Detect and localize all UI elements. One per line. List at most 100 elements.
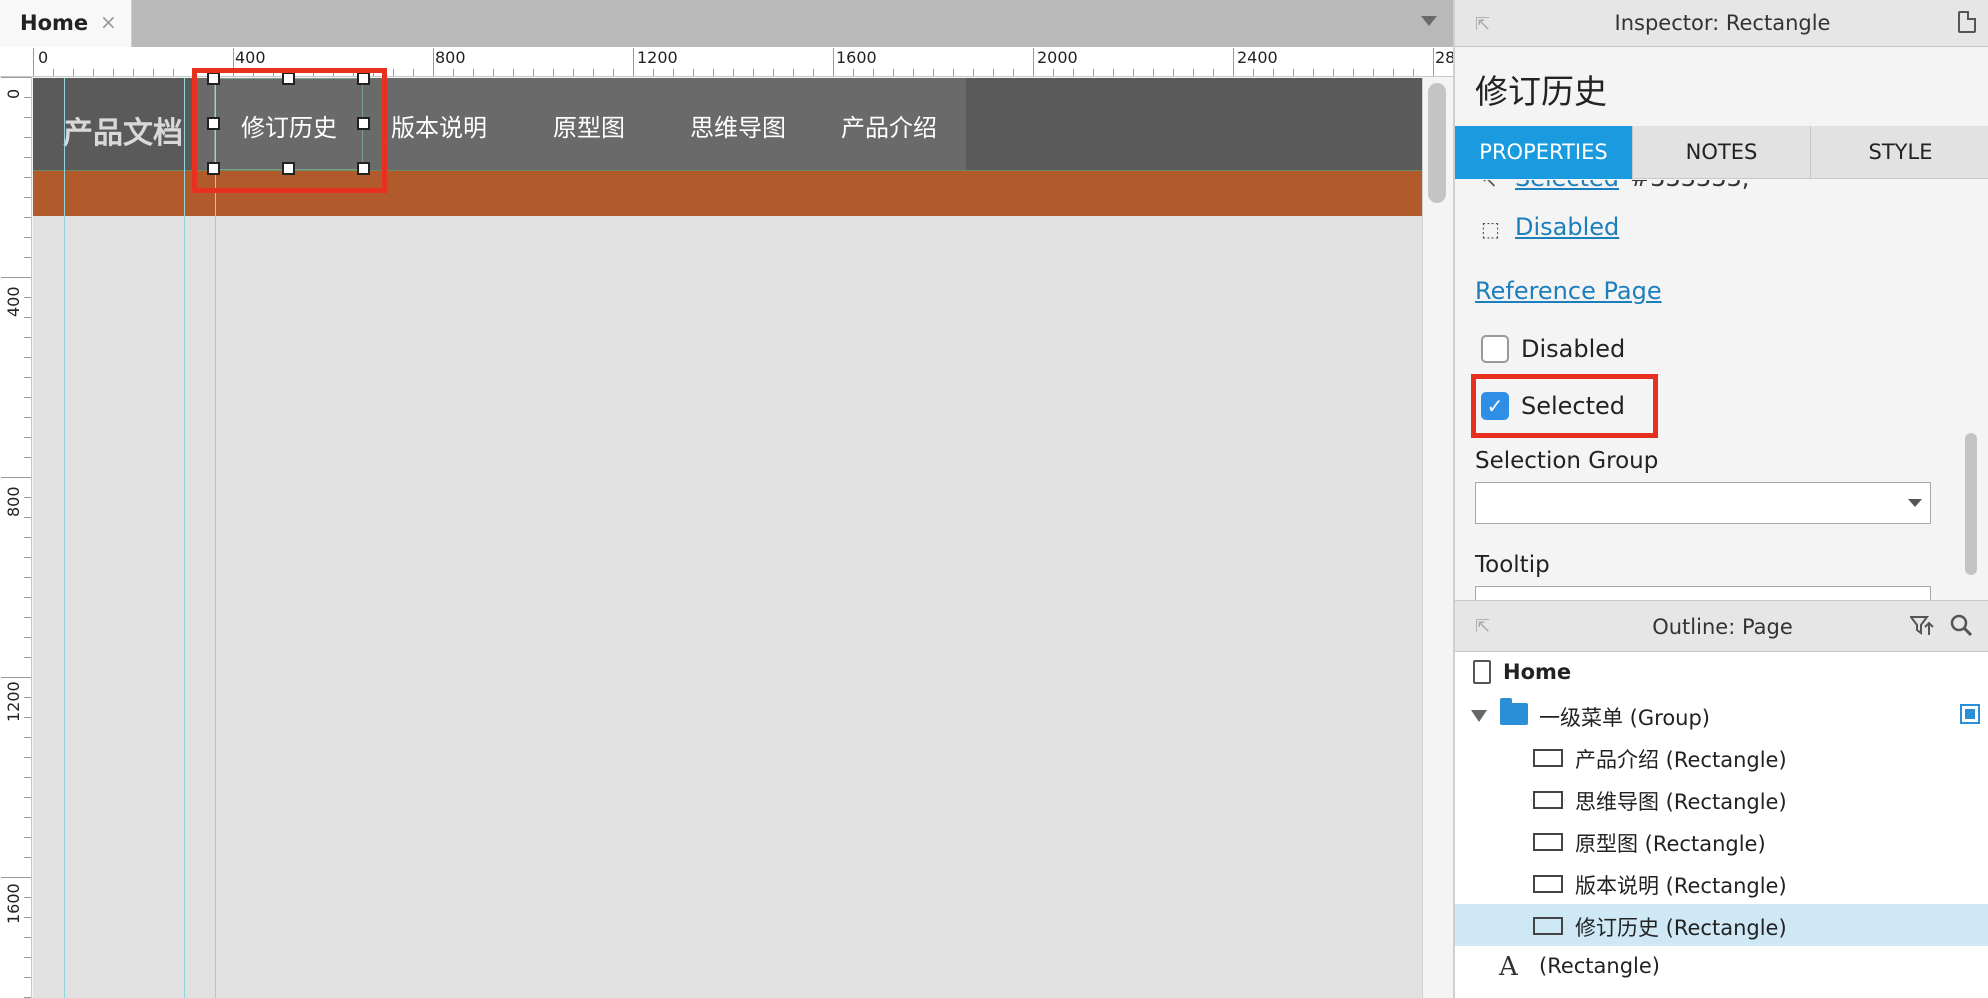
ruler-tick: [793, 69, 794, 76]
ruler-tick: [24, 637, 31, 638]
ruler-tick: [1, 277, 31, 278]
outline-row-rectangle[interactable]: 原型图 (Rectangle): [1455, 820, 1988, 862]
ruler-tick: [113, 69, 114, 76]
ruler-tick: [433, 48, 434, 76]
nav-item-mind-map[interactable]: 思维导图: [690, 108, 786, 143]
ruler-label: 1600: [836, 48, 877, 67]
canvas-scrollbar-thumb[interactable]: [1428, 83, 1446, 203]
rectangle-icon: [1533, 875, 1563, 893]
outline-row-text[interactable]: A (Rectangle): [1455, 946, 1988, 988]
brand-title[interactable]: 产品文档: [63, 108, 183, 152]
ruler-label: 400: [235, 48, 266, 67]
guide-line[interactable]: [64, 78, 65, 998]
ruler-tick: [1013, 69, 1014, 76]
ruler-tick: [24, 437, 31, 438]
selection-group-dropdown[interactable]: [1475, 482, 1931, 524]
ruler-tick: [24, 597, 31, 598]
tooltip-input[interactable]: [1475, 586, 1931, 600]
ruler-label: 800: [4, 486, 23, 517]
tab-style[interactable]: STYLE: [1811, 126, 1988, 179]
outline-row-rectangle[interactable]: 产品介绍 (Rectangle): [1455, 736, 1988, 778]
search-icon[interactable]: [1950, 614, 1972, 636]
chevron-down-icon: [1908, 499, 1922, 507]
ruler-tick: [673, 69, 674, 76]
ruler-tick: [24, 377, 31, 378]
reference-page-link[interactable]: Reference Page: [1475, 277, 1662, 305]
folder-icon: [1500, 698, 1528, 725]
selected-style-value: #333333;: [1630, 180, 1750, 192]
ruler-tick: [1073, 69, 1074, 76]
selected-style-link[interactable]: Selected: [1515, 180, 1619, 192]
ruler-tick: [24, 737, 31, 738]
ruler-tick: [33, 48, 34, 76]
ruler-label: 2000: [1037, 48, 1078, 67]
ruler-tick: [24, 237, 31, 238]
outline-row-label: 思维导图 (Rectangle): [1575, 790, 1787, 814]
guide-line[interactable]: [184, 78, 185, 998]
ruler-tick: [853, 69, 854, 76]
annotation-highlight-box: [192, 68, 387, 193]
ruler-tick: [1333, 69, 1334, 76]
ruler-tick: [24, 857, 31, 858]
ruler-label: 1200: [637, 48, 678, 67]
disabled-checkbox-label[interactable]: Disabled: [1521, 335, 1625, 363]
close-icon[interactable]: ×: [100, 10, 117, 34]
outline-row-rectangle-selected[interactable]: 修订历史 (Rectangle): [1455, 904, 1988, 946]
tab-list-dropdown-icon[interactable]: [1421, 16, 1437, 26]
inspector-title: Inspector: Rectangle: [1614, 11, 1831, 35]
ruler-label: 2400: [1237, 48, 1278, 67]
outline-row-label: 一级菜单 (Group): [1539, 706, 1710, 730]
ruler-tick: [24, 957, 31, 958]
tab-notes[interactable]: NOTES: [1633, 126, 1811, 179]
design-canvas[interactable]: 产品文档 修订历史 版本说明 原型图 思维导图 产品介绍: [33, 72, 1423, 998]
outline-row-group[interactable]: 一级菜单 (Group): [1455, 694, 1988, 736]
ruler-tick: [24, 317, 31, 318]
cursor-disabled-icon: ⬚: [1481, 217, 1500, 241]
ruler-tick: [24, 537, 31, 538]
ruler-tick: [833, 48, 834, 76]
ruler-tick: [1113, 69, 1114, 76]
ruler-tick: [493, 69, 494, 76]
ruler-tick: [24, 337, 31, 338]
ruler-label: 1600: [4, 883, 23, 924]
filter-icon[interactable]: [1910, 615, 1934, 637]
nav-item-release-notes[interactable]: 版本说明: [391, 108, 487, 143]
tooltip-label: Tooltip: [1475, 552, 1550, 578]
visibility-toggle-icon[interactable]: [1960, 704, 1980, 724]
ruler-label: 0: [4, 88, 23, 99]
ruler-tick: [773, 69, 774, 76]
page-icon[interactable]: [1958, 11, 1976, 33]
guide-line[interactable]: [215, 78, 216, 998]
nav-item-product-intro[interactable]: 产品介绍: [841, 108, 937, 143]
canvas-scrollbar-track[interactable]: [1422, 78, 1453, 998]
outline-row-home[interactable]: Home: [1455, 652, 1988, 694]
vertical-ruler: 0 400 800 1200 1600: [0, 77, 32, 998]
ruler-tick: [533, 69, 534, 76]
ruler-tick: [633, 48, 634, 76]
expand-triangle-icon[interactable]: [1471, 710, 1487, 722]
tab-home[interactable]: Home ×: [0, 0, 132, 47]
ruler-tick: [893, 69, 894, 76]
inspector-panel: ⇱ Inspector: Rectangle 修订历史 PROPERTIES N…: [1453, 0, 1988, 998]
ruler-tick: [1093, 69, 1094, 76]
ruler-tick: [24, 257, 31, 258]
ruler-tick: [24, 577, 31, 578]
properties-scrollbar-thumb[interactable]: [1965, 433, 1977, 575]
outline-row-label: 版本说明 (Rectangle): [1575, 874, 1787, 898]
annotation-highlight-box: [1471, 374, 1658, 438]
ruler-tick: [513, 69, 514, 76]
nav-item-prototype[interactable]: 原型图: [553, 108, 625, 143]
ruler-tick: [24, 617, 31, 618]
outline-row-rectangle[interactable]: 版本说明 (Rectangle): [1455, 862, 1988, 904]
ruler-label: 1200: [4, 681, 23, 722]
disabled-style-link[interactable]: Disabled: [1515, 213, 1619, 241]
ruler-tick: [24, 837, 31, 838]
tab-properties[interactable]: PROPERTIES: [1455, 126, 1633, 179]
ruler-tick: [453, 69, 454, 76]
outline-row-rectangle[interactable]: 思维导图 (Rectangle): [1455, 778, 1988, 820]
disabled-checkbox[interactable]: [1481, 335, 1509, 363]
shape-name-field[interactable]: 修订历史: [1475, 65, 1607, 113]
inspector-header: ⇱ Inspector: Rectangle: [1455, 0, 1988, 47]
rectangle-icon: [1533, 749, 1563, 767]
ruler-tick: [24, 217, 31, 218]
